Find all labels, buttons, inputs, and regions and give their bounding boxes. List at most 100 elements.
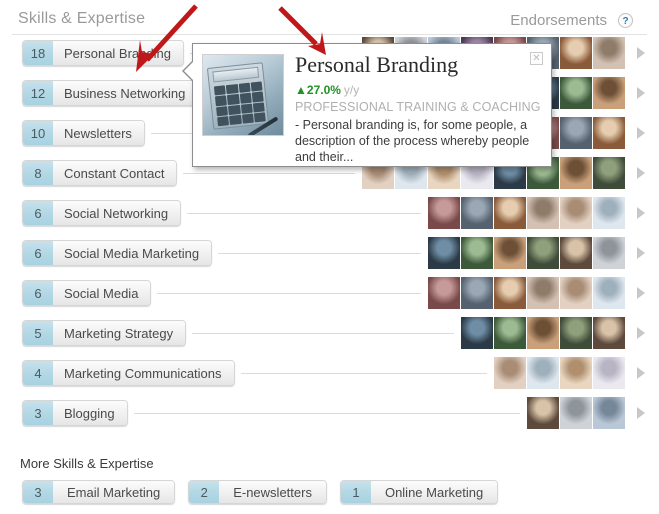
avatar[interactable]	[593, 397, 625, 429]
endorser-avatars[interactable]	[427, 237, 625, 269]
more-skills-title: More Skills & Expertise	[20, 456, 154, 471]
close-icon[interactable]: ✕	[530, 52, 543, 65]
avatar[interactable]	[494, 317, 526, 349]
avatar[interactable]	[494, 357, 526, 389]
avatar[interactable]	[560, 37, 592, 69]
avatar[interactable]	[560, 357, 592, 389]
chevron-right-icon[interactable]	[637, 287, 645, 299]
chevron-right-icon[interactable]	[637, 407, 645, 419]
skill-label: Online Marketing	[370, 481, 498, 503]
row-connector-line	[187, 213, 421, 214]
more-skill-pill[interactable]: 3 Email Marketing	[22, 480, 176, 504]
avatar[interactable]	[494, 237, 526, 269]
tooltip-description: - Personal branding is, for some people,…	[295, 118, 530, 164]
row-connector-line	[240, 373, 487, 374]
avatar[interactable]	[593, 357, 625, 389]
chevron-right-icon[interactable]	[637, 327, 645, 339]
endorsement-count: 3	[23, 401, 53, 425]
endorser-avatars[interactable]	[460, 317, 625, 349]
skill-label: Social Networking	[53, 201, 181, 225]
avatar[interactable]	[428, 237, 460, 269]
header-divider	[12, 34, 647, 35]
avatar[interactable]	[461, 317, 493, 349]
section-header: Skills & Expertise Endorsements ?	[0, 0, 659, 36]
avatar[interactable]	[560, 237, 592, 269]
tooltip-category: PROFESSIONAL TRAINING & COACHING	[295, 100, 541, 114]
skill-pill[interactable]: 10 Newsletters	[22, 120, 145, 146]
skill-row[interactable]: 6 Social Media Marketing	[0, 236, 659, 276]
skill-row[interactable]: 3 Blogging	[0, 396, 659, 436]
trend-value: 27.0%	[306, 83, 341, 97]
avatar[interactable]	[593, 237, 625, 269]
calculator-screen	[212, 66, 260, 83]
row-connector-line	[133, 413, 520, 414]
skill-pill[interactable]: 6 Social Media Marketing	[22, 240, 213, 266]
more-skill-pill[interactable]: 2 E-newsletters	[188, 480, 327, 504]
skill-label: Marketing Communications	[53, 361, 234, 385]
calculator-keys	[213, 81, 266, 127]
avatar[interactable]	[560, 317, 592, 349]
skill-label: Personal Branding	[53, 41, 183, 65]
avatar[interactable]	[560, 397, 592, 429]
skill-pill[interactable]: 3 Blogging	[22, 400, 128, 426]
row-connector-line	[183, 173, 355, 174]
skill-row[interactable]: 4 Marketing Communications	[0, 356, 659, 396]
avatar[interactable]	[593, 277, 625, 309]
skill-pill[interactable]: 4 Marketing Communications	[22, 360, 235, 386]
more-skills-pills: 3 Email Marketing 2 E-newsletters 1 Online Ma…	[22, 480, 511, 504]
more-skill-pill[interactable]: 1 Online Marketing	[339, 480, 499, 504]
tooltip-beak	[184, 61, 194, 81]
avatar[interactable]	[527, 197, 559, 229]
avatar[interactable]	[593, 197, 625, 229]
avatar[interactable]	[560, 77, 592, 109]
skill-row[interactable]: 6 Social Networking	[0, 196, 659, 236]
skill-pill[interactable]: 5 Marketing Strategy	[22, 320, 187, 346]
avatar[interactable]	[593, 77, 625, 109]
avatar[interactable]	[527, 317, 559, 349]
chevron-right-icon[interactable]	[637, 87, 645, 99]
avatar[interactable]	[428, 277, 460, 309]
skill-pill[interactable]: 12 Business Networking	[22, 80, 199, 106]
endorser-avatars[interactable]	[427, 197, 625, 229]
avatar[interactable]	[593, 37, 625, 69]
avatar[interactable]	[593, 117, 625, 149]
avatar[interactable]	[428, 197, 460, 229]
endorser-avatars[interactable]	[427, 277, 625, 309]
trend-period: y/y	[343, 83, 360, 97]
endorsements-label: Endorsements	[510, 12, 607, 29]
skill-pill[interactable]: 6 Social Networking	[22, 200, 182, 226]
skill-label: Social Media Marketing	[53, 241, 212, 265]
skill-row[interactable]: 6 Social Media	[0, 276, 659, 316]
avatar[interactable]	[494, 197, 526, 229]
skill-row[interactable]: 5 Marketing Strategy	[0, 316, 659, 356]
chevron-right-icon[interactable]	[637, 167, 645, 179]
avatar[interactable]	[527, 277, 559, 309]
endorser-avatars[interactable]	[526, 397, 625, 429]
skill-pill[interactable]: 18 Personal Branding	[22, 40, 184, 66]
avatar[interactable]	[527, 397, 559, 429]
avatar[interactable]	[494, 277, 526, 309]
avatar[interactable]	[461, 197, 493, 229]
avatar[interactable]	[593, 157, 625, 189]
endorsement-count: 10	[23, 121, 53, 145]
avatar[interactable]	[527, 357, 559, 389]
avatar[interactable]	[560, 157, 592, 189]
skill-pill[interactable]: 8 Constant Contact	[22, 160, 178, 186]
question-mark-icon[interactable]: ?	[618, 13, 633, 28]
avatar[interactable]	[560, 117, 592, 149]
chevron-right-icon[interactable]	[637, 127, 645, 139]
avatar[interactable]	[560, 277, 592, 309]
avatar[interactable]	[461, 237, 493, 269]
chevron-right-icon[interactable]	[637, 367, 645, 379]
endorsement-count: 2	[189, 481, 220, 503]
chevron-right-icon[interactable]	[637, 207, 645, 219]
avatar[interactable]	[560, 197, 592, 229]
endorser-avatars[interactable]	[493, 357, 625, 389]
avatar[interactable]	[461, 277, 493, 309]
chevron-right-icon[interactable]	[637, 247, 645, 259]
skill-label: Business Networking	[53, 81, 198, 105]
chevron-right-icon[interactable]	[637, 47, 645, 59]
skill-pill[interactable]: 6 Social Media	[22, 280, 152, 306]
avatar[interactable]	[527, 237, 559, 269]
avatar[interactable]	[593, 317, 625, 349]
